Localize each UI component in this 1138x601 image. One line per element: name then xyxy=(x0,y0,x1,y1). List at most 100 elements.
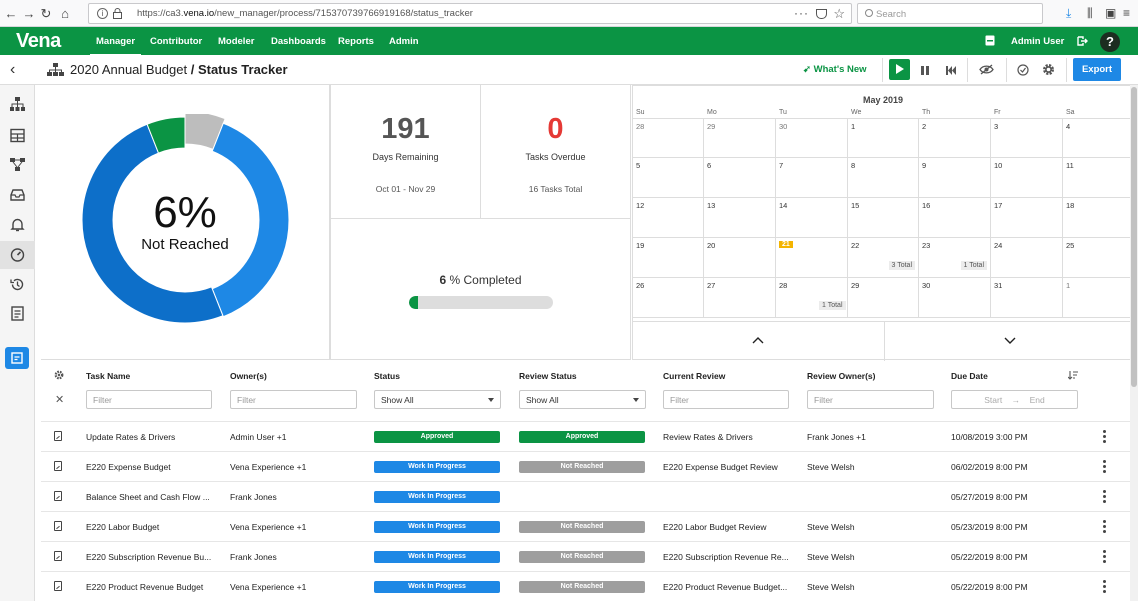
nav-manager[interactable]: Manager xyxy=(89,36,142,57)
table-row[interactable]: E220 Subscription Revenue Bu... Frank Jon… xyxy=(41,541,1138,571)
calendar-day[interactable]: 26 xyxy=(633,278,704,318)
scrollbar-thumb[interactable] xyxy=(1131,87,1137,387)
table-row[interactable]: Balance Sheet and Cash Flow ... Frank Jon… xyxy=(41,481,1138,511)
calendar-day[interactable]: 7 xyxy=(776,158,848,198)
document-icon[interactable] xyxy=(54,461,62,471)
sort-icon[interactable] xyxy=(1068,370,1078,380)
calendar-prev-button[interactable] xyxy=(633,321,884,361)
task-name[interactable]: E220 Subscription Revenue Bu... xyxy=(86,552,211,562)
task-count-badge[interactable]: 1 Total xyxy=(960,261,987,270)
browser-forward-icon[interactable]: → xyxy=(20,5,38,22)
calendar-day[interactable]: 17 xyxy=(991,198,1063,238)
pause-icon[interactable] xyxy=(921,66,929,75)
calendar-day[interactable]: 15 xyxy=(848,198,919,238)
row-menu-icon[interactable] xyxy=(1103,550,1106,565)
nav-dashboards[interactable]: Dashboards xyxy=(271,36,326,47)
calendar-day[interactable]: 1 xyxy=(1063,278,1133,318)
calendar-day[interactable]: 10 xyxy=(991,158,1063,198)
header-owners[interactable]: Owner(s) xyxy=(230,371,267,381)
table-row[interactable]: Update Rates & Drivers Admin User +1 Appro… xyxy=(41,421,1138,451)
pocket-icon[interactable] xyxy=(816,9,827,19)
calendar-day[interactable]: 28 xyxy=(633,118,704,158)
calendar-day[interactable]: 2 xyxy=(919,118,991,158)
workflow-icon[interactable] xyxy=(10,157,25,172)
calendar-day[interactable]: 24 xyxy=(991,238,1063,278)
calendar-day[interactable]: 31 xyxy=(991,278,1063,318)
calendar-day[interactable]: 8 xyxy=(848,158,919,198)
reload-icon[interactable]: ↻ xyxy=(37,5,55,22)
calendar-day[interactable]: 13 xyxy=(704,198,776,238)
nav-reports[interactable]: Reports xyxy=(338,36,374,47)
calendar-day[interactable]: 28 1 Total xyxy=(776,278,848,318)
task-count-badge[interactable]: 1 Total xyxy=(819,301,846,310)
calendar-day[interactable]: 21 xyxy=(776,238,848,278)
status-filter-dropdown[interactable]: Show All xyxy=(374,390,501,409)
download-icon[interactable]: ⤓ xyxy=(1066,6,1071,21)
page-scrollbar[interactable] xyxy=(1130,85,1138,601)
nav-admin[interactable]: Admin xyxy=(389,36,419,47)
calendar-day[interactable]: 16 xyxy=(919,198,991,238)
whats-new-link[interactable]: ➹ What's New xyxy=(803,64,867,75)
document-icon[interactable] xyxy=(54,551,62,561)
nav-modeler[interactable]: Modeler xyxy=(218,36,254,47)
report-list-icon[interactable] xyxy=(10,306,25,321)
vena-logo[interactable]: Vena xyxy=(16,30,61,53)
history-icon[interactable] xyxy=(10,277,25,292)
bell-icon[interactable] xyxy=(10,217,25,232)
task-name[interactable]: Balance Sheet and Cash Flow ... xyxy=(86,492,210,502)
logout-icon[interactable] xyxy=(1077,36,1088,46)
menu-icon[interactable]: ≡ xyxy=(1123,6,1130,20)
table-row[interactable]: E220 Product Revenue Budget Vena Experien… xyxy=(41,571,1138,601)
column-settings-gear-icon[interactable] xyxy=(54,370,64,380)
process-tree-icon[interactable] xyxy=(10,97,25,112)
document-icon[interactable] xyxy=(54,491,62,501)
clear-filters-icon[interactable]: ✕ xyxy=(55,393,64,406)
row-menu-icon[interactable] xyxy=(1103,430,1106,445)
row-menu-icon[interactable] xyxy=(1103,580,1106,595)
calendar-day[interactable]: 29 xyxy=(848,278,919,318)
calendar-day[interactable]: 9 xyxy=(919,158,991,198)
due-date-range-filter[interactable]: Start → End xyxy=(951,390,1078,409)
task-name[interactable]: E220 Expense Budget xyxy=(86,462,171,472)
document-icon[interactable] xyxy=(54,521,62,531)
page-actions-icon[interactable]: ··· xyxy=(794,6,809,20)
status-tracker-button[interactable] xyxy=(5,347,29,369)
task-name-filter[interactable]: Filter xyxy=(86,390,212,409)
calendar-day[interactable]: 22 3 Total xyxy=(848,238,919,278)
back-chevron-icon[interactable]: ‹ xyxy=(10,61,15,79)
play-button[interactable] xyxy=(889,59,910,80)
calendar-day[interactable]: 6 xyxy=(704,158,776,198)
calendar-day[interactable]: 29 xyxy=(704,118,776,158)
calendar-day[interactable]: 27 xyxy=(704,278,776,318)
calendar-day[interactable]: 11 xyxy=(1063,158,1133,198)
calendar-day[interactable]: 30 xyxy=(776,118,848,158)
task-name[interactable]: E220 Labor Budget xyxy=(86,522,159,532)
calendar-next-button[interactable] xyxy=(884,321,1135,361)
review-status-filter-dropdown[interactable]: Show All xyxy=(519,390,646,409)
calendar-day[interactable]: 14 xyxy=(776,198,848,238)
row-menu-icon[interactable] xyxy=(1103,520,1106,535)
calendar-day[interactable]: 23 1 Total xyxy=(919,238,991,278)
rewind-icon[interactable] xyxy=(946,66,956,75)
calendar-day[interactable]: 19 xyxy=(633,238,704,278)
document-icon[interactable] xyxy=(54,431,62,441)
header-review-status[interactable]: Review Status xyxy=(519,371,577,381)
document-icon[interactable] xyxy=(54,581,62,591)
calendar-day[interactable]: 25 xyxy=(1063,238,1133,278)
sidebar-toggle-icon[interactable]: ▣ xyxy=(1105,6,1116,20)
calendar-day[interactable]: 20 xyxy=(704,238,776,278)
table-grid-icon[interactable] xyxy=(10,128,25,143)
task-count-badge[interactable]: 3 Total xyxy=(888,261,915,270)
user-menu[interactable]: Admin User xyxy=(1011,36,1064,47)
task-name[interactable]: Update Rates & Drivers xyxy=(86,432,175,442)
header-current-review[interactable]: Current Review xyxy=(663,371,725,381)
owners-filter[interactable]: Filter xyxy=(230,390,357,409)
browser-back-icon[interactable]: ← xyxy=(2,5,20,22)
table-row[interactable]: E220 Labor Budget Vena Experience +1 Work … xyxy=(41,511,1138,541)
help-button[interactable]: ? xyxy=(1100,32,1120,52)
inbox-icon[interactable] xyxy=(985,35,995,46)
library-icon[interactable]: ⫼ xyxy=(1087,6,1093,21)
address-bar[interactable]: i https://ca3.vena.io/new_manager/proces… xyxy=(88,3,852,24)
calendar-day[interactable]: 1 xyxy=(848,118,919,158)
bookmark-star-icon[interactable]: ☆ xyxy=(833,6,845,22)
